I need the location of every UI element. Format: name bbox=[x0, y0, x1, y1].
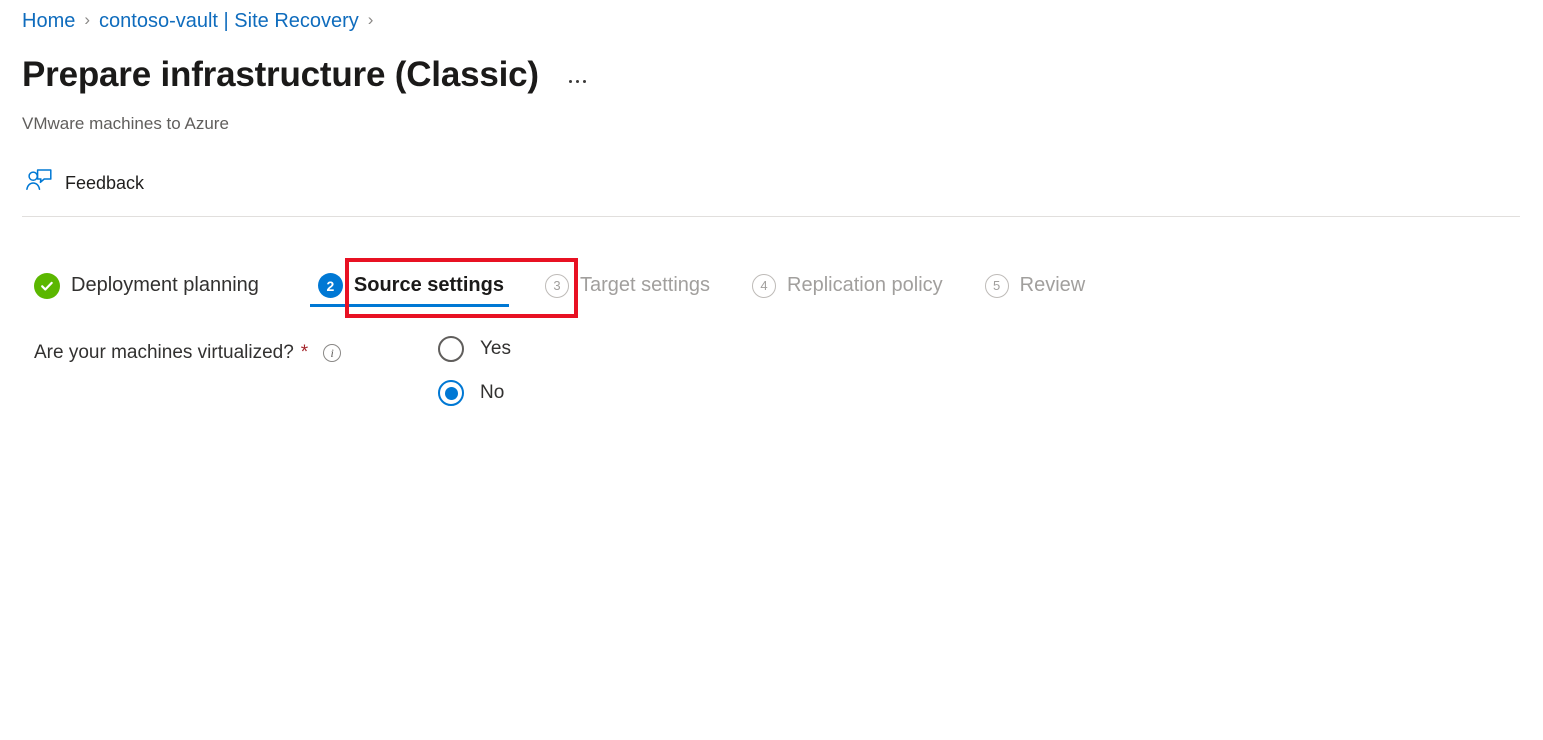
wizard-step-label: Review bbox=[1019, 274, 1086, 296]
virtualized-radio-group: Yes No bbox=[438, 336, 511, 406]
feedback-button-label: Feedback bbox=[65, 172, 145, 193]
check-circle-icon bbox=[34, 272, 60, 299]
required-marker: * bbox=[300, 342, 309, 363]
field-row-virtualized: Are your machines virtualized? * i Yes N… bbox=[0, 336, 1543, 406]
command-bar: Feedback bbox=[22, 163, 152, 202]
wizard-step-label: Replication policy bbox=[787, 274, 943, 296]
command-bar-divider bbox=[22, 216, 1520, 217]
step-number-badge: 3 bbox=[544, 273, 569, 298]
wizard-step-review: 5 Review bbox=[984, 265, 1102, 309]
step-number-badge: 2 bbox=[317, 273, 343, 298]
title-row: Prepare infrastructure (Classic) bbox=[22, 52, 590, 97]
wizard-step-label: Source settings bbox=[353, 274, 504, 296]
page-subtitle: VMware machines to Azure bbox=[22, 114, 229, 133]
feedback-button[interactable]: Feedback bbox=[22, 163, 152, 202]
page-title: Prepare infrastructure (Classic) bbox=[22, 55, 539, 94]
wizard-step-label: Target settings bbox=[579, 274, 711, 296]
radio-option-label: Yes bbox=[480, 338, 511, 359]
wizard-step-deployment-planning[interactable]: Deployment planning bbox=[34, 265, 275, 309]
chevron-right-icon: › bbox=[367, 10, 374, 29]
step-number-badge: 4 bbox=[752, 273, 777, 298]
ellipsis-icon[interactable] bbox=[565, 74, 590, 89]
virtualized-label: Are your machines virtualized? * i bbox=[0, 336, 438, 366]
radio-option-no[interactable]: No bbox=[438, 380, 511, 406]
source-settings-form: Are your machines virtualized? * i Yes N… bbox=[0, 336, 1543, 406]
radio-option-yes[interactable]: Yes bbox=[438, 336, 511, 362]
azure-portal-blade: Home › contoso-vault | Site Recovery › P… bbox=[0, 0, 1543, 740]
virtualized-label-text: Are your machines virtualized? bbox=[34, 342, 294, 363]
wizard-step-source-settings[interactable]: 2 Source settings bbox=[302, 265, 519, 309]
radio-option-label: No bbox=[480, 382, 505, 403]
radio-mark bbox=[438, 336, 464, 362]
wizard-step-target-settings: 3 Target settings bbox=[544, 265, 726, 309]
wizard-steps: Deployment planning 2 Source settings 3 … bbox=[34, 265, 1101, 309]
radio-mark bbox=[438, 380, 464, 406]
active-step-underline bbox=[309, 304, 509, 307]
chevron-right-icon: › bbox=[84, 10, 91, 29]
breadcrumb-item-vault[interactable]: contoso-vault | Site Recovery bbox=[99, 8, 359, 34]
step-number-badge: 5 bbox=[984, 273, 1009, 298]
breadcrumb: Home › contoso-vault | Site Recovery › bbox=[22, 8, 382, 34]
feedback-person-icon bbox=[26, 168, 52, 197]
info-icon[interactable]: i bbox=[323, 344, 342, 362]
wizard-step-label: Deployment planning bbox=[71, 274, 259, 296]
breadcrumb-item-home[interactable]: Home bbox=[22, 8, 75, 34]
wizard-step-replication-policy: 4 Replication policy bbox=[752, 265, 959, 309]
